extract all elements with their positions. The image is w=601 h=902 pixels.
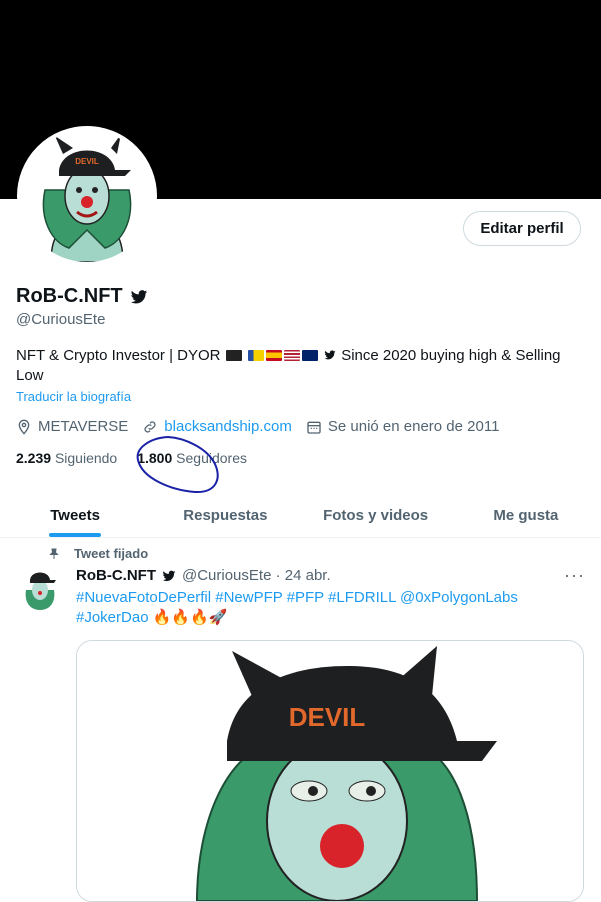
tab-likes[interactable]: Me gusta <box>451 493 601 537</box>
tab-tweets[interactable]: Tweets <box>0 493 150 537</box>
twitter-bird-small-icon <box>324 350 336 360</box>
location-text: METAVERSE <box>38 418 129 435</box>
profile-handle: @CuriousEte <box>16 311 106 328</box>
profile-bio: NFT & Crypto Investor | DYOR Since 2020 … <box>16 346 576 386</box>
following-count: 2.239 <box>16 450 52 466</box>
followers-label: Seguidores <box>176 450 247 466</box>
spain-flag-icon <box>265 350 282 361</box>
pin-icon <box>49 548 59 559</box>
followers-link[interactable]: 1.800 Seguidores <box>137 450 247 466</box>
tweet-text-line1[interactable]: #NuevaFotoDePerfil #NewPFP #PFP #LFDRILL… <box>76 588 556 608</box>
following-label: Siguiendo <box>54 450 118 466</box>
profile-tabs: Tweets Respuestas Fotos y videos Me gust… <box>0 493 601 538</box>
avatar-cap-text: DEVIL <box>75 157 99 166</box>
tweet-handle-date: @CuriousEte · 24 abr. <box>181 567 331 584</box>
profile-meta: METAVERSE blacksandship.com Se unió en e… <box>16 418 513 435</box>
tweet-media-image: DEVIL <box>77 641 583 901</box>
website-link[interactable]: blacksandship.com <box>164 418 292 435</box>
tweet-text: #NuevaFotoDePerfil #NewPFP #PFP #LFDRILL… <box>76 588 556 628</box>
profile-avatar[interactable]: DEVIL <box>17 126 157 266</box>
pinned-label: Tweet fijado <box>48 546 148 561</box>
tweet-author-name[interactable]: RoB-C.NFT <box>76 567 156 584</box>
uk-flag-icon <box>301 350 318 361</box>
profile-name-row: RoB-C.NFT <box>16 285 149 308</box>
location-pin-icon <box>18 419 30 435</box>
website-item: blacksandship.com <box>142 418 292 435</box>
media-cap-text: DEVIL <box>289 702 366 732</box>
canary-flag-icon <box>247 350 264 361</box>
tab-replies[interactable]: Respuestas <box>150 493 300 537</box>
location-item: METAVERSE <box>16 418 128 435</box>
tweet-more-icon[interactable]: ··· <box>564 565 585 586</box>
twitter-bird-tweet-icon <box>162 570 176 581</box>
follow-counts: 2.239 Siguiendo 1.800 Seguidores <box>16 450 247 466</box>
tweet-media[interactable]: DEVIL <box>76 640 584 902</box>
link-icon <box>144 420 156 433</box>
edit-profile-button[interactable]: Editar perfil <box>463 211 581 246</box>
avatar-image: DEVIL <box>21 130 153 262</box>
translate-bio-link[interactable]: Traducir la biografía <box>16 389 131 404</box>
joined-text: Se unió en enero de 2011 <box>327 418 500 435</box>
tab-media[interactable]: Fotos y videos <box>301 493 451 537</box>
tweet-author-avatar[interactable] <box>16 564 64 612</box>
tweet-avatar-image <box>25 572 56 610</box>
tweet-text-line2[interactable]: #JokerDao 🔥🔥🔥🚀 <box>76 608 556 628</box>
twitter-bird-icon <box>130 289 147 304</box>
pirate-flag-icon <box>225 350 242 361</box>
joined-item: Se unió en enero de 2011 <box>306 418 500 435</box>
followers-count: 1.800 <box>137 450 173 466</box>
bio-text: NFT & Crypto Investor | DYOR <box>16 347 221 364</box>
calendar-icon <box>307 421 321 434</box>
profile-name: RoB-C.NFT <box>16 285 123 307</box>
pinned-text: Tweet fijado <box>74 546 149 561</box>
tweet-header: RoB-C.NFT @CuriousEte · 24 abr. <box>76 567 331 584</box>
following-link[interactable]: 2.239 Siguiendo <box>16 450 117 466</box>
usa-flag-icon <box>283 350 300 361</box>
